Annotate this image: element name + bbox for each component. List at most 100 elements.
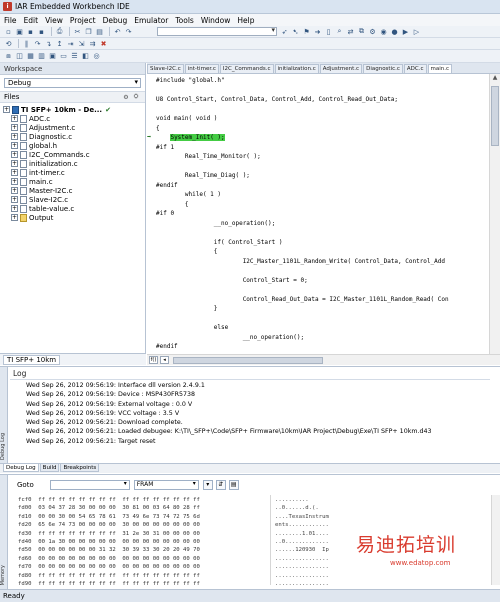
menu-file[interactable]: File: [4, 16, 17, 25]
break-icon[interactable]: ∥: [22, 39, 31, 48]
horizontal-scroll-thumb[interactable]: [173, 356, 323, 364]
redo-icon[interactable]: ↷: [124, 27, 133, 36]
memory-fill-icon[interactable]: ⇵: [215, 480, 226, 490]
locals-icon[interactable]: ▣: [48, 52, 57, 61]
replace-icon[interactable]: ⇄: [346, 27, 355, 36]
expand-toggle-icon[interactable]: +: [11, 115, 18, 122]
editor-tab[interactable]: Adjustment.c: [319, 64, 363, 73]
goto-icon[interactable]: ➜: [313, 27, 322, 36]
scroll-up-arrow-icon[interactable]: ▲: [490, 74, 500, 84]
editor-tab[interactable]: int-timer.c: [184, 64, 219, 73]
disassembly-icon[interactable]: ⧈: [4, 52, 13, 61]
tab-project[interactable]: TI SFP+ 10km: [3, 354, 61, 365]
reset-icon[interactable]: ⟲: [4, 39, 13, 48]
expand-toggle-icon[interactable]: +: [11, 169, 18, 176]
tab-breakpoints[interactable]: Breakpoints: [60, 464, 100, 472]
folder-node[interactable]: + Output: [3, 213, 142, 222]
file-node[interactable]: + initialization.c: [3, 159, 142, 168]
register-icon[interactable]: ▥: [37, 52, 46, 61]
go-icon[interactable]: ⇉: [88, 39, 97, 48]
menu-window[interactable]: Window: [201, 16, 231, 25]
step-over-icon[interactable]: ↷: [33, 39, 42, 48]
find-combo[interactable]: [157, 26, 277, 36]
expand-toggle-icon[interactable]: +: [11, 151, 18, 158]
scroll-thumb[interactable]: [491, 86, 499, 146]
memory-save-icon[interactable]: ▤: [228, 480, 239, 490]
scroll-left-arrow-icon[interactable]: ◂: [160, 356, 169, 364]
toggle-breakpoint-icon[interactable]: ●: [390, 27, 399, 36]
expand-toggle-icon[interactable]: +: [11, 214, 18, 221]
step-out-icon[interactable]: ↥: [55, 39, 64, 48]
step-into-icon[interactable]: ↴: [44, 39, 53, 48]
run-to-cursor-icon[interactable]: ⇲: [77, 39, 86, 48]
editor-tab[interactable]: ADC.c: [403, 64, 427, 73]
settings-column-icon[interactable]: ⚙: [121, 94, 131, 101]
call-stack-icon[interactable]: ☰: [70, 52, 79, 61]
vertical-scrollbar[interactable]: ▲: [489, 74, 500, 354]
compile-icon[interactable]: ⧉: [357, 27, 366, 36]
find-prev-icon[interactable]: ➷: [291, 27, 300, 36]
download-debug-icon[interactable]: ▶: [401, 27, 410, 36]
menu-debug[interactable]: Debug: [103, 16, 128, 25]
build-status-column-icon[interactable]: ⛭: [131, 93, 141, 101]
expand-toggle-icon[interactable]: +: [11, 196, 18, 203]
make-icon[interactable]: ⚙: [368, 27, 377, 36]
tab-debug-log[interactable]: Debug Log: [3, 464, 39, 472]
print-icon[interactable]: ⎙: [55, 27, 64, 36]
new-file-icon[interactable]: ▫: [4, 27, 13, 36]
cut-icon[interactable]: ✂: [73, 27, 82, 36]
file-node[interactable]: + main.c: [3, 177, 142, 186]
editor-tab[interactable]: initialization.c: [274, 64, 319, 73]
file-node[interactable]: + Slave-I2C.c: [3, 195, 142, 204]
terminal-io-icon[interactable]: ▭: [59, 52, 68, 61]
memory-ascii-column[interactable]: .......... ..0......d.(. ....TexasInstrum e…: [275, 496, 329, 597]
project-node[interactable]: + TI SFP+ 10km - De... ✔: [3, 105, 142, 114]
menu-tools[interactable]: Tools: [175, 16, 193, 25]
editor-tab[interactable]: main.c: [427, 64, 453, 73]
menu-edit[interactable]: Edit: [24, 16, 39, 25]
stop-build-icon[interactable]: ◉: [379, 27, 388, 36]
editor-tab[interactable]: I2C_Commands.c: [219, 64, 274, 73]
horizontal-scrollbar[interactable]: f() ◂: [147, 354, 500, 365]
toggle-bookmark-icon[interactable]: ▯: [324, 27, 333, 36]
memory-zone-select[interactable]: FRAM: [133, 480, 199, 490]
expand-toggle-icon[interactable]: +: [11, 142, 18, 149]
file-node[interactable]: + I2C_Commands.c: [3, 150, 142, 159]
expand-toggle-icon[interactable]: +: [11, 124, 18, 131]
expand-toggle-icon[interactable]: +: [11, 178, 18, 185]
build-configuration-select[interactable]: Debug: [4, 78, 141, 88]
function-nav-icon[interactable]: f(): [149, 356, 158, 364]
menu-emulator[interactable]: Emulator: [134, 16, 168, 25]
menu-project[interactable]: Project: [70, 16, 96, 25]
breakpoints-window-icon[interactable]: ◎: [92, 52, 101, 61]
file-node[interactable]: + global.h: [3, 141, 142, 150]
bookmark-icon[interactable]: ⚑: [302, 27, 311, 36]
tab-build[interactable]: Build: [39, 464, 60, 472]
file-node[interactable]: + ADC.c: [3, 114, 142, 123]
debug-without-download-icon[interactable]: ▷: [412, 27, 421, 36]
memory-options-icon[interactable]: ▾: [202, 480, 213, 490]
expand-toggle-icon[interactable]: +: [11, 187, 18, 194]
file-node[interactable]: + table-value.c: [3, 204, 142, 213]
undo-icon[interactable]: ↶: [113, 27, 122, 36]
expand-toggle-icon[interactable]: +: [11, 205, 18, 212]
expand-toggle-icon[interactable]: +: [11, 160, 18, 167]
next-statement-icon[interactable]: ⇥: [66, 39, 75, 48]
live-watch-icon[interactable]: ◧: [81, 52, 90, 61]
paste-icon[interactable]: ▤: [95, 27, 104, 36]
stop-debugging-icon[interactable]: ✖: [99, 39, 108, 48]
file-node[interactable]: + Adjustment.c: [3, 123, 142, 132]
editor-tab[interactable]: Diagnostic.c: [363, 64, 403, 73]
save-all-icon[interactable]: ▪: [37, 27, 46, 36]
file-node[interactable]: + Master-I2C.c: [3, 186, 142, 195]
expand-toggle-icon[interactable]: +: [11, 133, 18, 140]
menu-help[interactable]: Help: [237, 16, 254, 25]
menu-view[interactable]: View: [45, 16, 63, 25]
file-node[interactable]: + Diagnostic.c: [3, 132, 142, 141]
save-icon[interactable]: ▪: [26, 27, 35, 36]
open-file-icon[interactable]: ▣: [15, 27, 24, 36]
find-next-icon[interactable]: ➶: [280, 27, 289, 36]
editor-tab[interactable]: Slave-I2C.c: [147, 64, 184, 73]
goto-address-input[interactable]: [49, 480, 130, 490]
memory-hex-grid[interactable]: fcf0 ff ff ff ff ff ff ff ff ff ff ff ff…: [18, 496, 200, 597]
